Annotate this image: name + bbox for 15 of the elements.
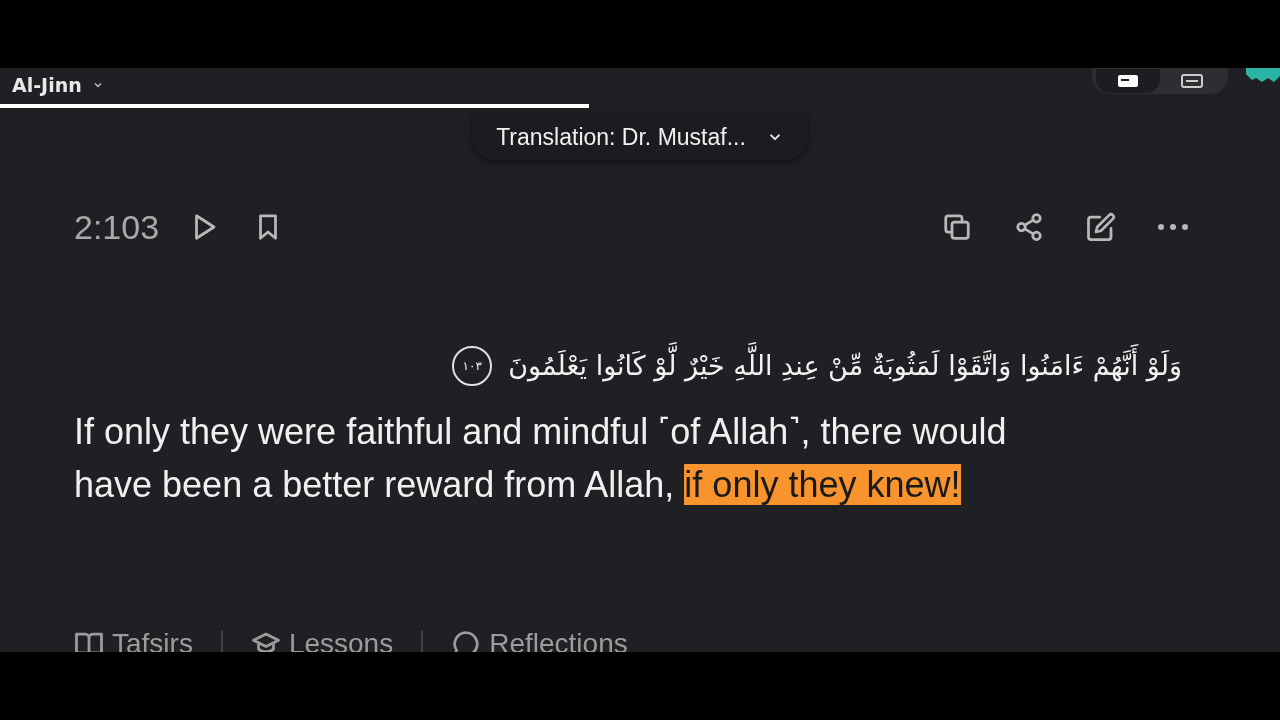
more-icon: [1158, 224, 1188, 230]
chat-bubble-icon: [451, 629, 482, 652]
view-mode-button[interactable]: [1096, 69, 1160, 93]
verse-key: 2:103: [74, 207, 160, 247]
verse-number-marker: ١٠٣: [452, 345, 493, 386]
share-icon: [1014, 212, 1044, 242]
translation-selector[interactable]: Translation: Dr. Mustaf...: [472, 114, 808, 160]
arabic-verse-text: وَلَوْ أَنَّهُمْ ءَامَنُوا وَاتَّقَوْا لَمَثُوبَةٌ مِّنْ عِندِ اللَّهِ خَيْرٌ لَّوْ كَانُوا يَعْلَمُونَ: [504, 338, 1186, 394]
list-icon: [1181, 74, 1203, 88]
edit-icon: [1086, 212, 1116, 242]
translation-text: If only they were faithful and mindful ˹of Allah˺, there would have been a better reward from Allah, if only they knew!: [74, 410, 1008, 508]
card-icon: [1117, 74, 1139, 88]
surah-title[interactable]: Al-Jinn: [12, 74, 82, 96]
logo-icon: [1246, 68, 1280, 84]
copy-icon: [942, 212, 972, 242]
